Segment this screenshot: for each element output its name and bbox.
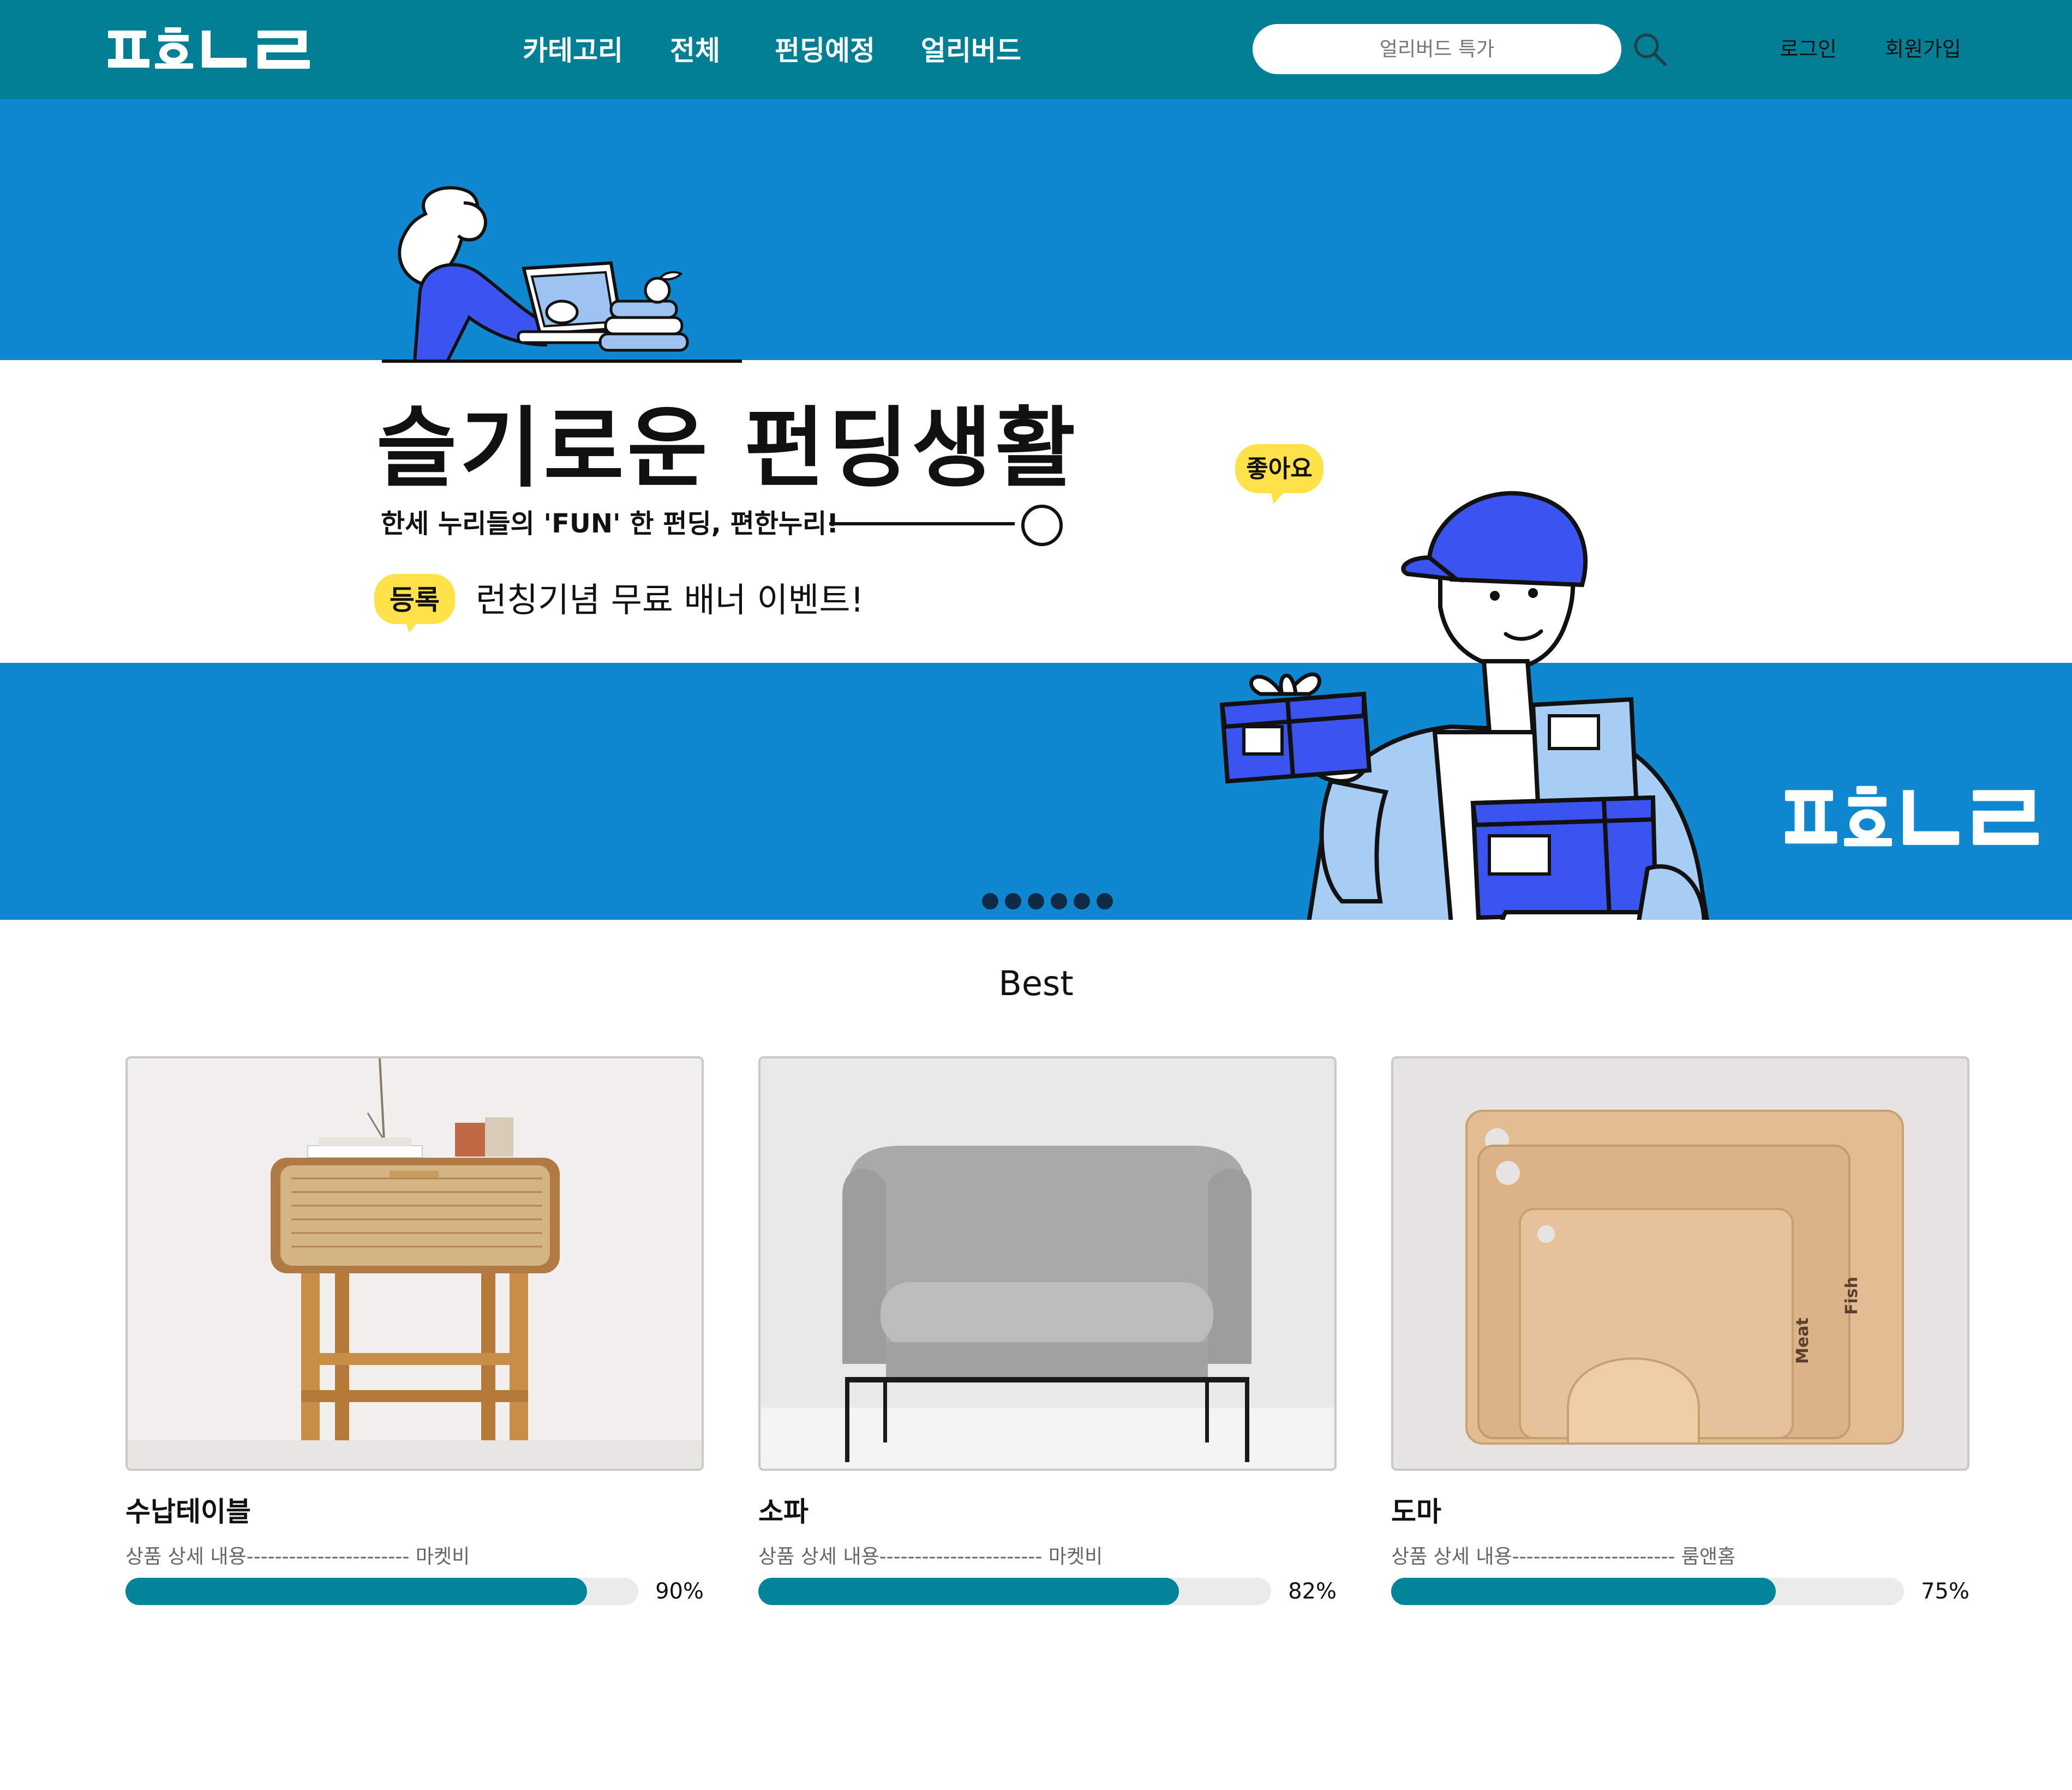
nav-all[interactable]: 전체 (670, 32, 720, 70)
search-box (1253, 24, 1621, 74)
nav-early-bird[interactable]: 얼리버드 (921, 32, 1021, 70)
event-text: 런칭기념 무료 배너 이벤트! (476, 580, 864, 620)
subline-rule (829, 522, 1015, 525)
product-description: 상품 상세 내용----------------------- 마켓비 (758, 1546, 1103, 1568)
svg-text:Fish: Fish (1842, 1277, 1861, 1315)
product-name[interactable]: 소파 (758, 1493, 809, 1531)
product-card[interactable]: 수납테이블 상품 상세 내용----------------------- 마켓… (125, 1056, 704, 1613)
hero-banner[interactable]: 슬기로운 펀딩생활 한세 누리들의 'FUN' 한 펀딩, 편한누리! 등록 런… (0, 99, 2072, 920)
woman-laptop-illustration (382, 186, 742, 363)
search-icon[interactable] (1631, 31, 1669, 69)
search-input[interactable] (1253, 24, 1621, 74)
product-image-storage-table[interactable] (125, 1056, 704, 1471)
funding-percent: 90% (655, 1579, 704, 1604)
product-image-sofa[interactable] (758, 1056, 1337, 1471)
carousel-dot[interactable] (1097, 893, 1113, 909)
carousel-dots (982, 893, 1113, 911)
carousel-dot[interactable] (1028, 893, 1044, 909)
product-description: 상품 상세 내용----------------------- 마켓비 (125, 1546, 470, 1568)
funding-progress-bar (758, 1578, 1271, 1605)
register-badge: 등록 (390, 584, 440, 616)
signup-link[interactable]: 회원가입 (1885, 33, 1961, 65)
product-card[interactable]: Meat Fish 도마 상품 상세 내용-------------------… (1391, 1056, 1969, 1613)
best-section-title: Best (998, 963, 1074, 1003)
nav-upcoming-funding[interactable]: 펀딩예정 (775, 32, 875, 70)
progress-fill (1391, 1578, 1776, 1605)
product-name[interactable]: 도마 (1391, 1493, 1441, 1531)
nav-category[interactable]: 카테고리 (523, 32, 623, 70)
site-logo[interactable] (108, 27, 312, 71)
svg-text:Meat: Meat (1793, 1318, 1812, 1364)
progress-fill (758, 1578, 1179, 1605)
carousel-dot[interactable] (1051, 893, 1067, 909)
banner-logo (1785, 786, 2039, 847)
product-image-cutting-board[interactable]: Meat Fish (1391, 1056, 1969, 1471)
product-card[interactable]: 소파 상품 상세 내용----------------------- 마켓비 8… (758, 1056, 1337, 1613)
login-link[interactable]: 로그인 (1780, 33, 1837, 65)
banner-headline: 슬기로운 펀딩생활 (376, 397, 1079, 499)
progress-fill (125, 1578, 587, 1605)
product-description: 상품 상세 내용----------------------- 룸앤홈 (1391, 1546, 1736, 1568)
carousel-dot[interactable] (1074, 893, 1090, 909)
funding-progress-bar (1391, 1578, 1904, 1605)
top-header: 카테고리 전체 펀딩예정 얼리버드 로그인 회원가입 (0, 0, 2072, 99)
subline-circle (1021, 505, 1063, 546)
banner-subline: 한세 누리들의 'FUN' 한 펀딩, 편한누리! (381, 508, 839, 539)
carousel-dot[interactable] (1005, 893, 1021, 909)
funding-percent: 75% (1921, 1579, 1969, 1604)
product-name[interactable]: 수납테이블 (125, 1493, 251, 1531)
carousel-dot[interactable] (982, 893, 998, 909)
delivery-man-illustration (1219, 491, 1710, 920)
funding-progress-bar (125, 1578, 638, 1605)
funding-percent: 82% (1288, 1579, 1337, 1604)
